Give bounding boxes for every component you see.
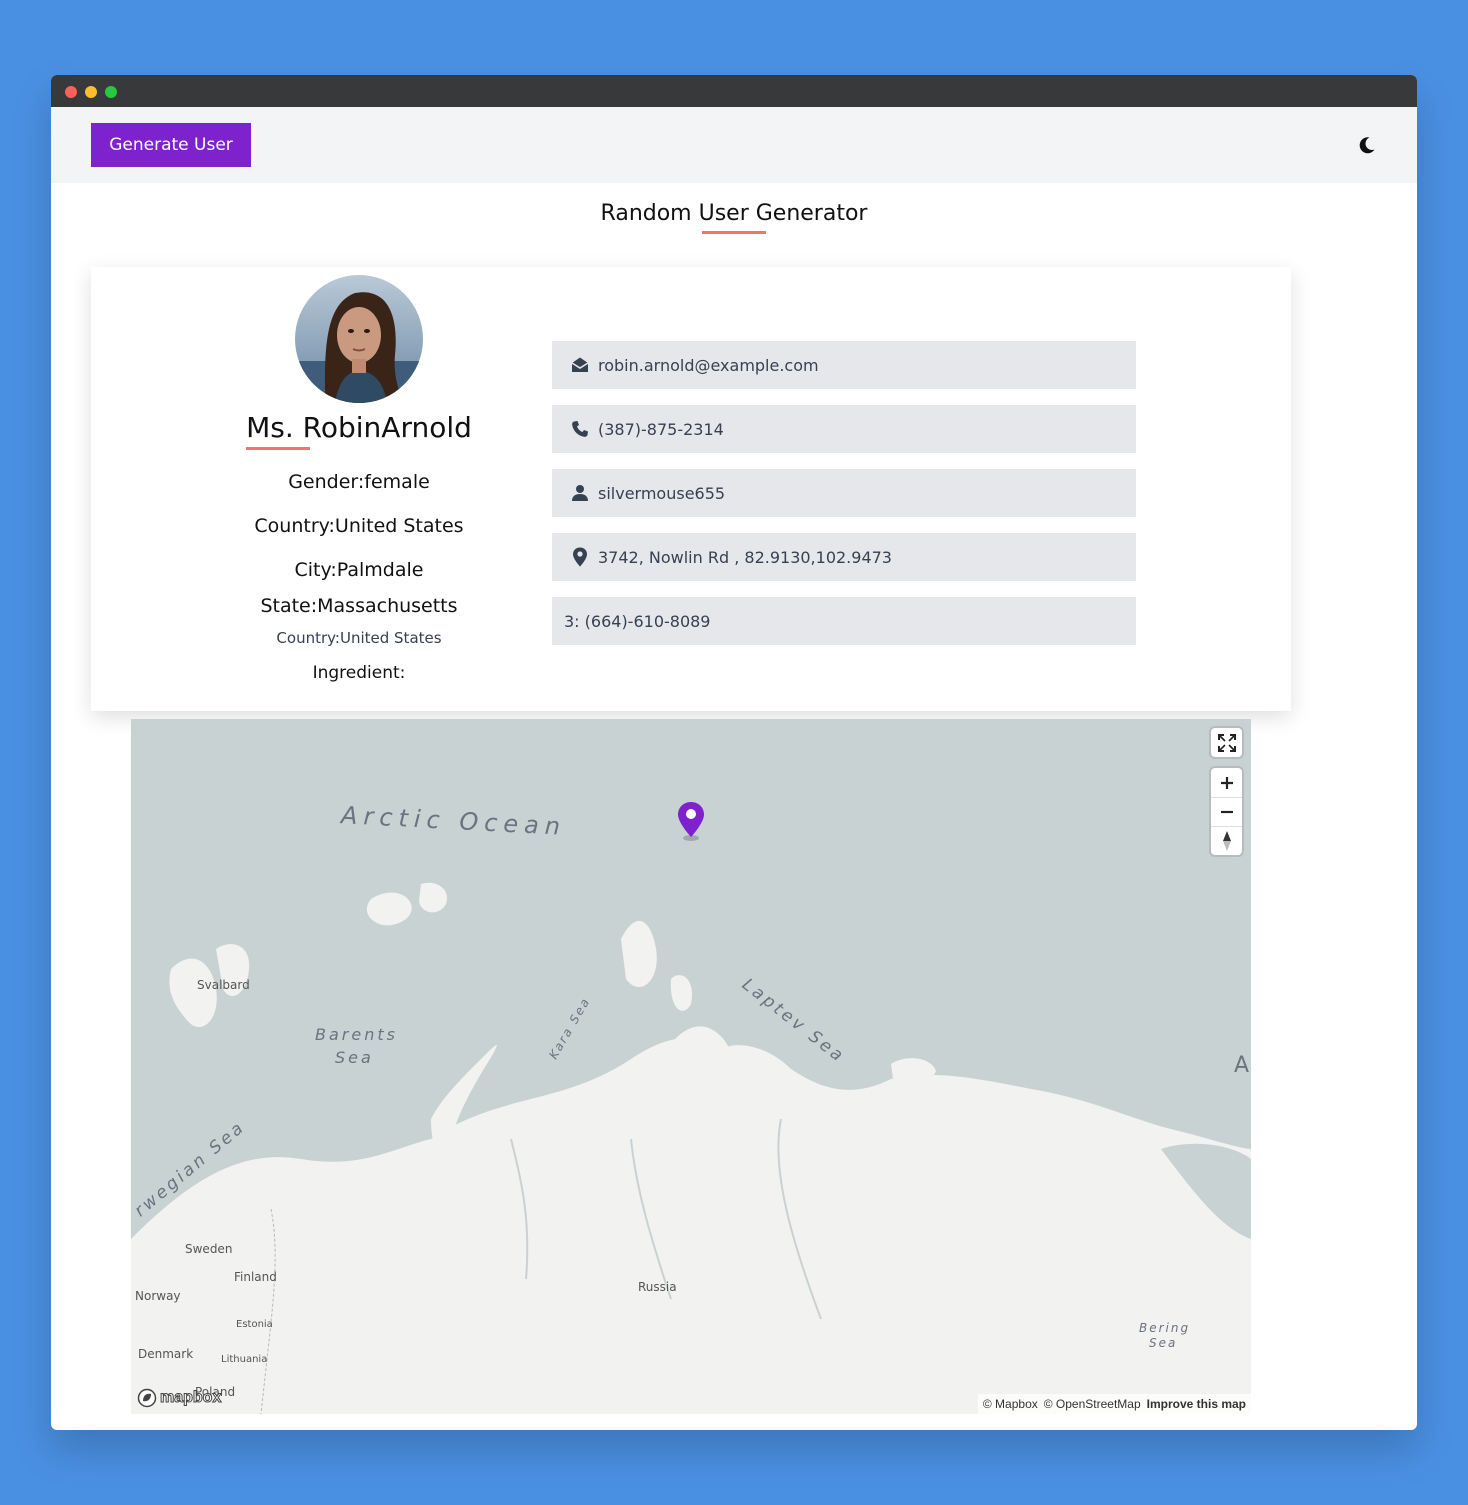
title-underline: [702, 231, 766, 234]
map-label-russia: Russia: [638, 1280, 677, 1294]
map-label-norway: Norway: [135, 1289, 181, 1303]
minimize-window-dot[interactable]: [85, 86, 97, 98]
gender-line: Gender:female: [91, 471, 627, 493]
map-attribution: © Mapbox © OpenStreetMap Improve this ma…: [977, 1394, 1251, 1414]
mapbox-logo[interactable]: mapbox: [137, 1388, 222, 1408]
navigation-control: [1211, 768, 1242, 855]
attribution-mapbox[interactable]: © Mapbox: [983, 1397, 1038, 1411]
city-label: City:: [294, 559, 337, 581]
cell-row: 3: (664)-610-8089: [552, 597, 1136, 645]
attribution-osm[interactable]: © OpenStreetMap: [1044, 1397, 1141, 1411]
maximize-window-dot[interactable]: [105, 86, 117, 98]
compass-icon[interactable]: [1211, 826, 1242, 855]
gender-value: female: [364, 471, 430, 493]
address-row: 3742, Nowlin Rd , 82.9130,102.9473: [552, 533, 1136, 581]
browser-window: Generate User Random User Generator Ms. …: [51, 75, 1417, 1430]
phone-row: (387)-875-2314: [552, 405, 1136, 453]
map-marker-icon[interactable]: [676, 801, 706, 846]
close-window-dot[interactable]: [65, 86, 77, 98]
envelope-icon: [570, 355, 590, 375]
map[interactable]: Arctic Ocean Svalbard Barents Sea Kara S…: [131, 719, 1251, 1414]
city-value: Palmdale: [336, 559, 424, 581]
address-text: 3742, Nowlin Rd , 82.9130,102.9473: [598, 547, 892, 567]
name-underline: [246, 447, 310, 450]
mapbox-logo-text: mapbox: [159, 1389, 222, 1407]
map-label-barents-sea: Barents: [315, 1025, 398, 1044]
user-card: Ms. RobinArnold Gender:female Country:Un…: [91, 267, 1291, 711]
map-label-svalbard: Svalbard: [197, 978, 250, 992]
avatar: [295, 275, 423, 403]
email-row: robin.arnold@example.com: [552, 341, 1136, 389]
cell-text: 3: (664)-610-8089: [564, 611, 711, 631]
generate-user-button[interactable]: Generate User: [91, 123, 251, 167]
user-name: Ms. RobinArnold: [246, 411, 472, 444]
fullscreen-control: [1211, 728, 1242, 757]
map-pin-icon: [570, 547, 590, 567]
map-label-denmark: Denmark: [138, 1347, 194, 1361]
country-line: Country:United States: [91, 515, 627, 537]
state-line: State:Massachusetts: [91, 595, 627, 617]
navbar: Generate User: [51, 107, 1417, 183]
map-label-lithuania: Lithuania: [221, 1354, 268, 1365]
country-value: United States: [334, 515, 464, 537]
window-titlebar: [51, 75, 1417, 107]
ingredient-label: Ingredient:: [312, 663, 406, 683]
map-label-bering-sea-2: Sea: [1149, 1336, 1178, 1350]
city-line: City:Palmdale: [91, 559, 627, 581]
zoom-out-icon[interactable]: [1211, 797, 1242, 826]
state-label: State:: [260, 595, 318, 617]
map-label-bering-sea: Bering: [1139, 1321, 1191, 1335]
map-label-estonia: Estonia: [236, 1319, 273, 1330]
zoom-in-icon[interactable]: [1211, 768, 1242, 797]
fullscreen-icon[interactable]: [1211, 728, 1242, 757]
username-text: silvermouse655: [598, 483, 726, 503]
improve-map-link[interactable]: Improve this map: [1147, 1397, 1246, 1411]
map-label-finland: Finland: [234, 1270, 277, 1284]
username-row: silvermouse655: [552, 469, 1136, 517]
page-title: Random User Generator: [600, 201, 868, 226]
mapbox-logo-icon: [137, 1388, 157, 1408]
country-secondary-line: Country:United States: [91, 629, 627, 647]
map-label-barents-sea-2: Sea: [335, 1048, 374, 1067]
country-secondary-label: Country:: [276, 629, 340, 647]
state-value: Massachusetts: [317, 595, 458, 617]
user-icon: [570, 483, 590, 503]
country-secondary-value: United States: [339, 629, 442, 647]
email-text: robin.arnold@example.com: [598, 355, 819, 375]
ingredient-line: Ingredient:: [91, 663, 627, 683]
phone-icon: [570, 419, 590, 439]
country-label: Country:: [254, 515, 335, 537]
phone-text: (387)-875-2314: [598, 419, 724, 439]
map-label-sweden: Sweden: [185, 1242, 233, 1256]
map-label-edge: A: [1234, 1053, 1250, 1078]
moon-icon[interactable]: [1357, 135, 1377, 155]
gender-label: Gender:: [288, 471, 365, 493]
